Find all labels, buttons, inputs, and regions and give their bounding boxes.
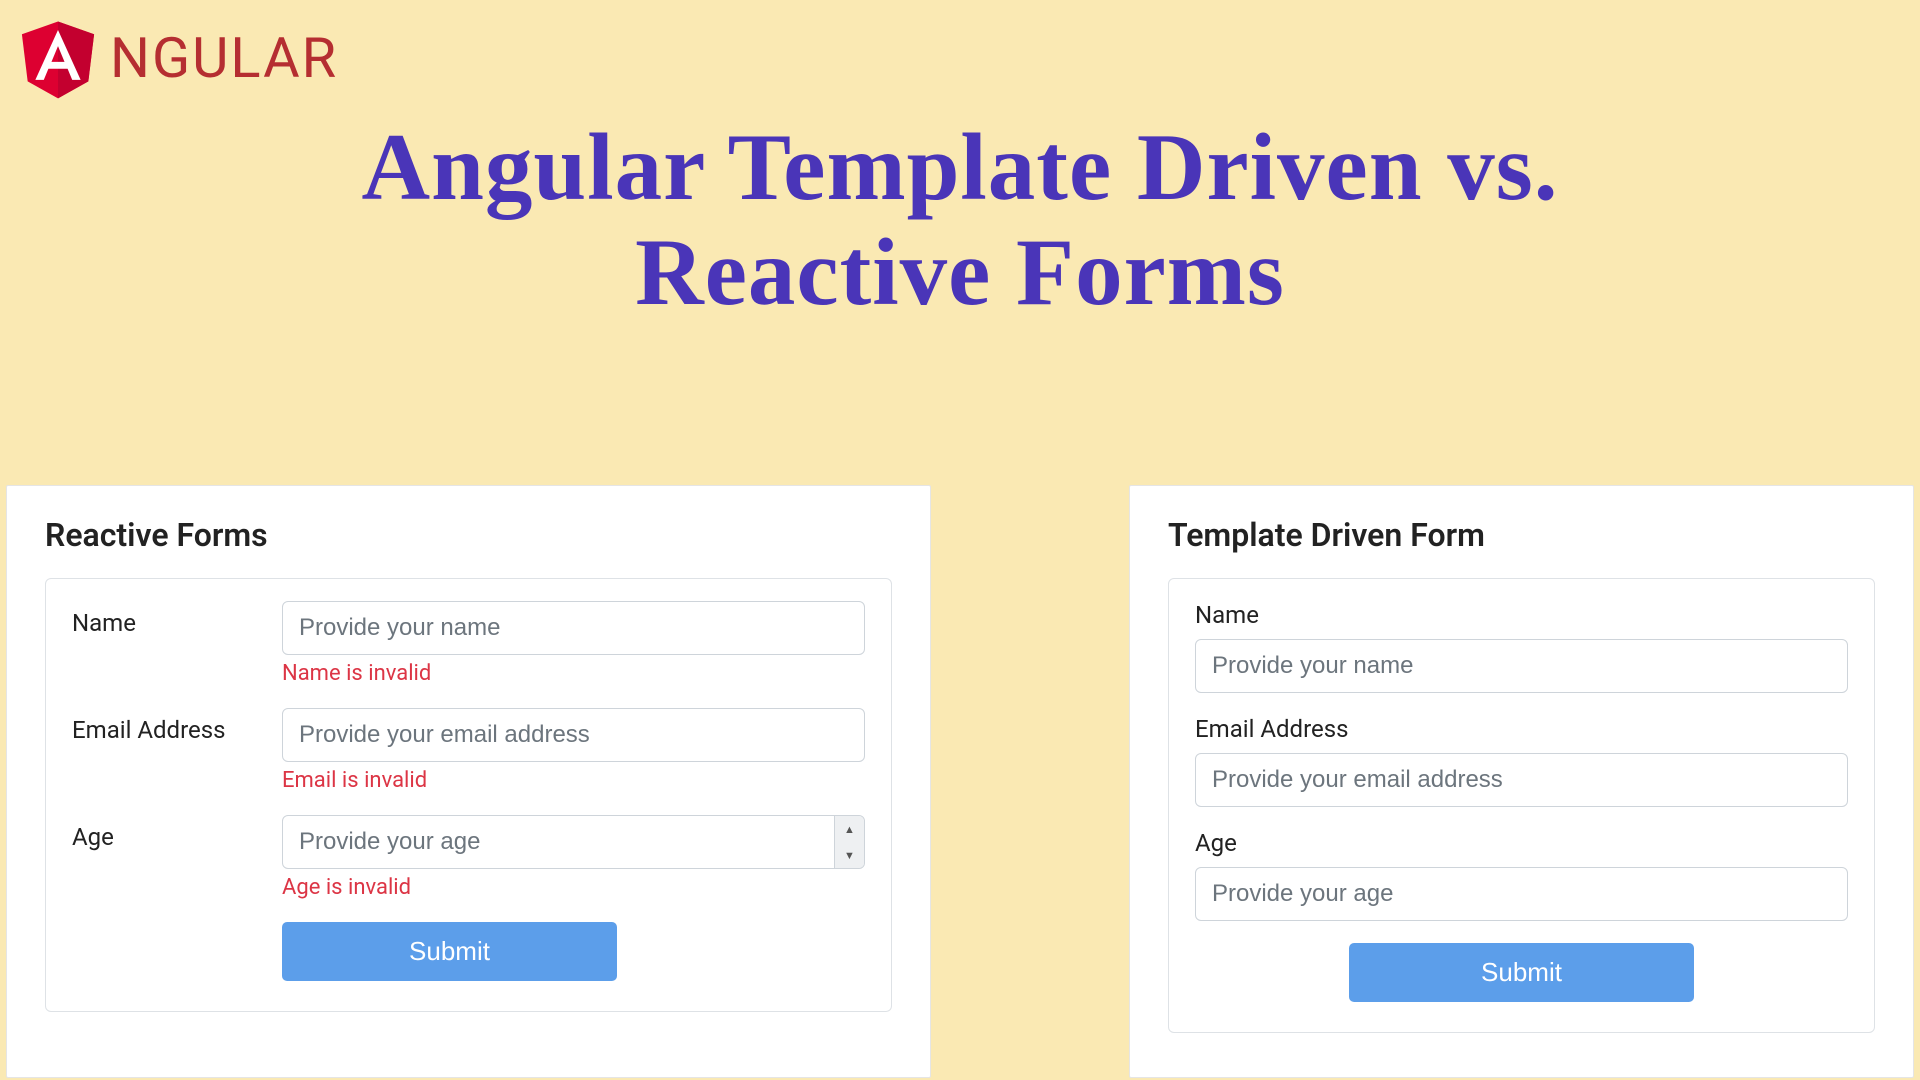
reactive-age-input[interactable] <box>282 815 865 869</box>
number-spinner[interactable]: ▲ ▼ <box>834 816 864 868</box>
reactive-forms-title: Reactive Forms <box>45 516 892 554</box>
reactive-name-label: Name <box>72 601 282 686</box>
reactive-age-label: Age <box>72 815 282 900</box>
reactive-age-error: Age is invalid <box>282 875 865 900</box>
reactive-submit-button[interactable]: Submit <box>282 922 617 981</box>
template-email-input[interactable] <box>1195 753 1848 807</box>
template-age-input[interactable] <box>1195 867 1848 921</box>
template-age-group: Age <box>1195 829 1848 921</box>
reactive-email-input[interactable] <box>282 708 865 762</box>
title-line-1: Angular Template Driven vs. <box>361 114 1558 220</box>
template-name-group: Name <box>1195 601 1848 693</box>
reactive-email-error: Email is invalid <box>282 768 865 793</box>
angular-logo: NGULAR <box>10 10 338 106</box>
template-form-card: Name Email Address Age Submit <box>1168 578 1875 1033</box>
template-name-label: Name <box>1195 601 1848 629</box>
template-form-panel: Template Driven Form Name Email Address … <box>1129 485 1914 1078</box>
reactive-name-error: Name is invalid <box>282 661 865 686</box>
logo-text: NGULAR <box>110 25 338 91</box>
template-submit-button[interactable]: Submit <box>1349 943 1694 1002</box>
reactive-forms-panel: Reactive Forms Name Name is invalid Emai… <box>6 485 931 1078</box>
reactive-email-row: Email Address Email is invalid <box>72 708 865 793</box>
spinner-up-icon[interactable]: ▲ <box>835 816 864 842</box>
reactive-submit-row: Submit <box>72 922 865 981</box>
template-age-label: Age <box>1195 829 1848 857</box>
reactive-name-row: Name Name is invalid <box>72 601 865 686</box>
template-name-input[interactable] <box>1195 639 1848 693</box>
reactive-name-input[interactable] <box>282 601 865 655</box>
reactive-forms-card: Name Name is invalid Email Address Email… <box>45 578 892 1012</box>
template-email-group: Email Address <box>1195 715 1848 807</box>
template-form-title: Template Driven Form <box>1168 516 1875 554</box>
angular-shield-icon <box>10 10 106 106</box>
spinner-down-icon[interactable]: ▼ <box>835 842 864 868</box>
title-line-2: Reactive Forms <box>635 219 1285 325</box>
reactive-age-row: Age ▲ ▼ Age is invalid <box>72 815 865 900</box>
reactive-email-label: Email Address <box>72 708 282 793</box>
template-email-label: Email Address <box>1195 715 1848 743</box>
